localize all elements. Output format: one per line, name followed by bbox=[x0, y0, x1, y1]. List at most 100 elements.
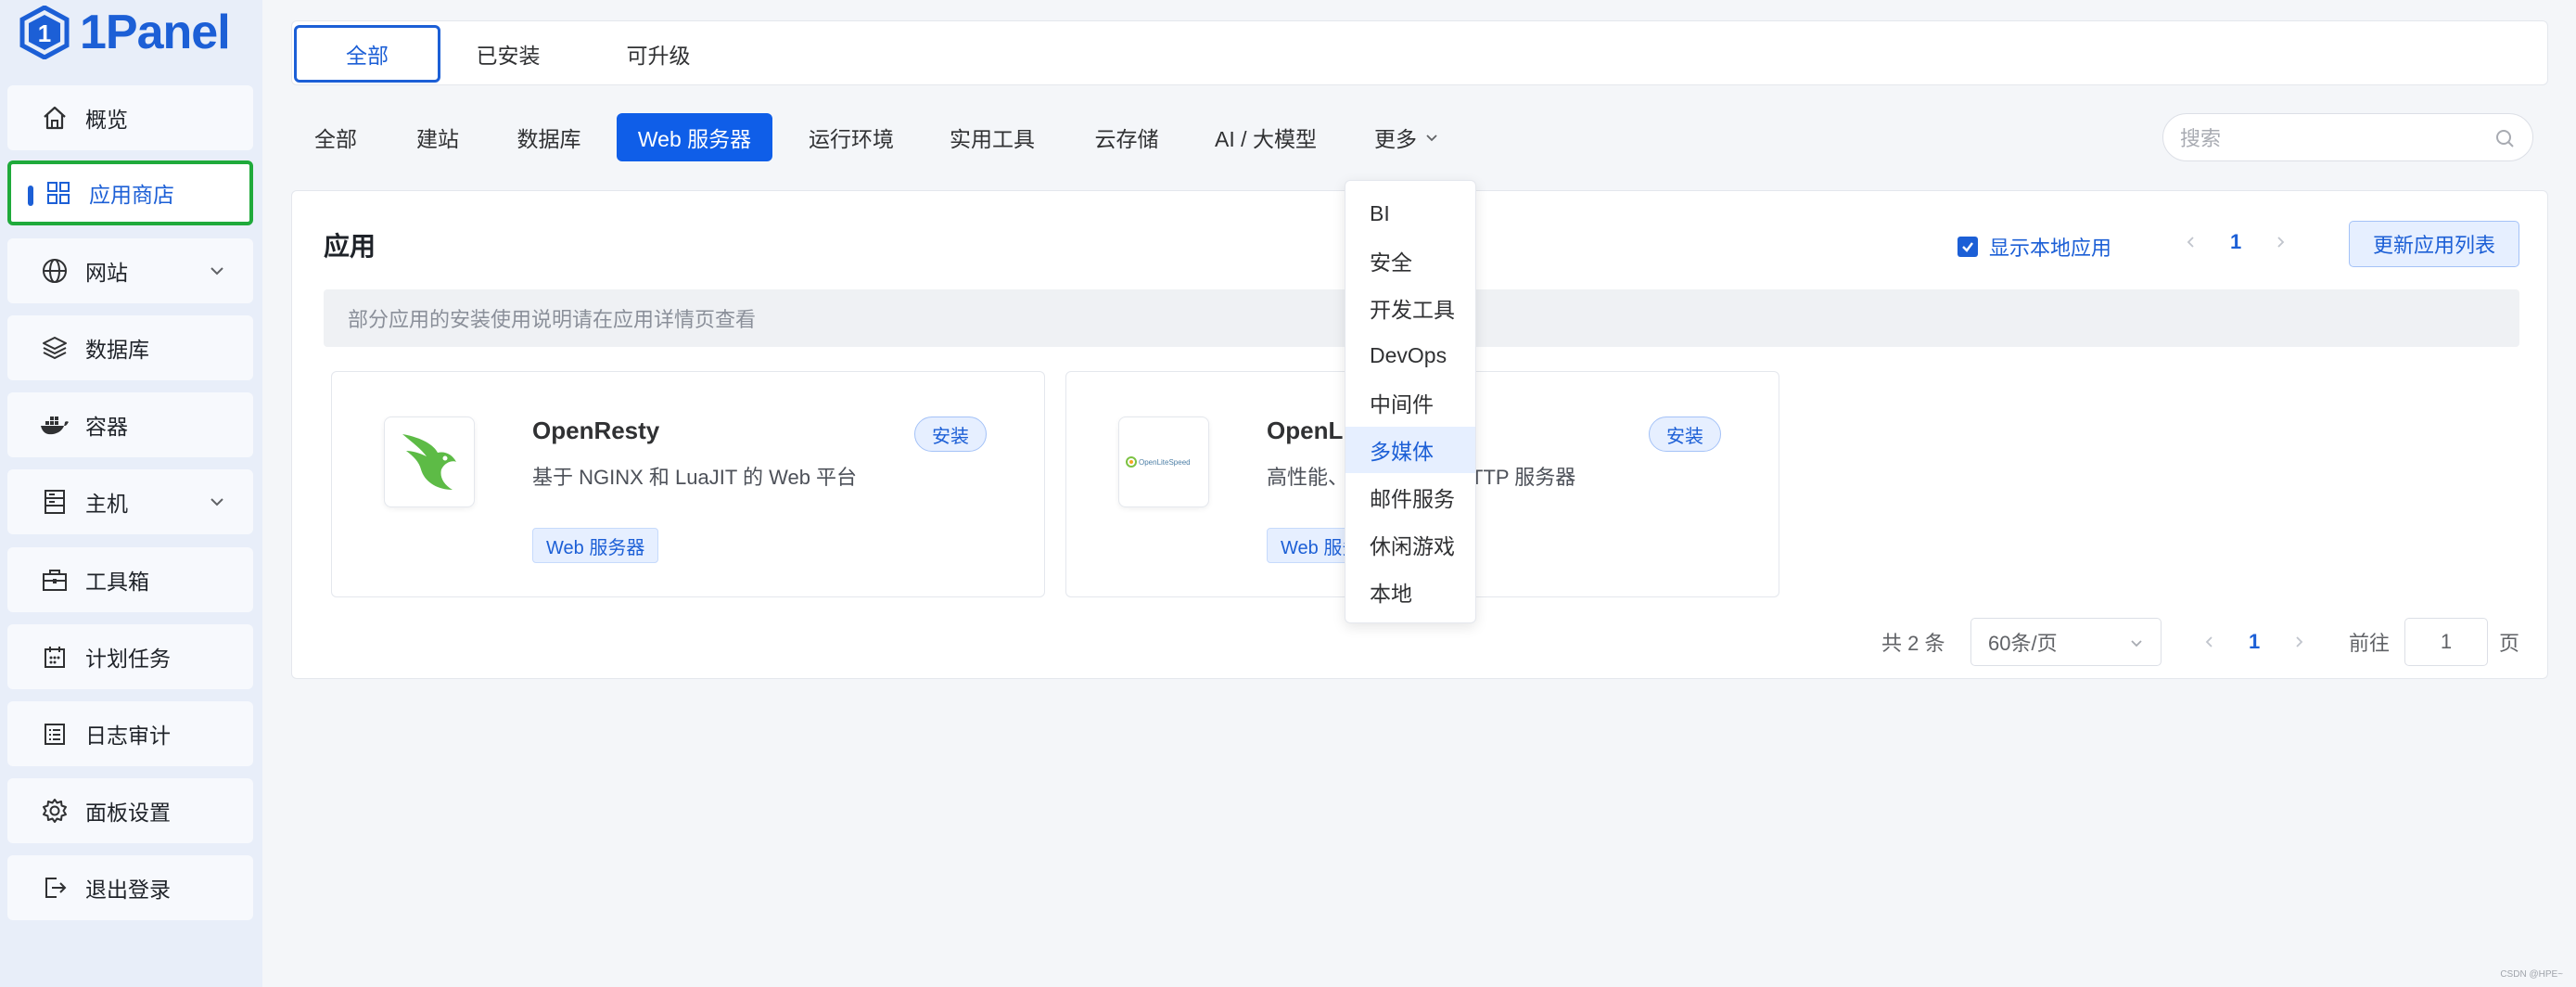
goto-label: 前往 bbox=[2349, 632, 2391, 655]
category-web-server[interactable]: Web 服务器 bbox=[617, 113, 772, 161]
sidebar-item-label: 面板设置 bbox=[85, 801, 171, 825]
sidebar-item-label: 网站 bbox=[85, 261, 128, 285]
top-page-number[interactable]: 1 bbox=[2230, 230, 2241, 254]
app-description: 基于 NGINX 和 LuaJIT 的 Web 平台 bbox=[532, 466, 858, 489]
dropdown-item-dev-tools[interactable]: 开发工具 bbox=[1345, 285, 1475, 331]
dropdown-item-devops[interactable]: DevOps bbox=[1345, 332, 1475, 378]
sidebar-item-cron[interactable]: 计划任务 bbox=[7, 624, 253, 689]
svg-text:1: 1 bbox=[38, 19, 51, 47]
chevron-down-icon bbox=[210, 267, 223, 276]
top-tabs-bar: 全部 已安装 可升级 bbox=[291, 20, 2548, 85]
page-size-select[interactable]: 60条/页 bbox=[1970, 618, 2162, 666]
chevron-right-icon[interactable] bbox=[2291, 634, 2306, 649]
install-button[interactable]: 安装 bbox=[914, 417, 987, 452]
install-button[interactable]: 安装 bbox=[1649, 417, 1721, 452]
globe-icon bbox=[39, 255, 70, 287]
sidebar-item-label: 主机 bbox=[85, 492, 128, 516]
dropdown-item-security[interactable]: 安全 bbox=[1345, 237, 1475, 284]
page-suffix: 页 bbox=[2499, 632, 2520, 655]
chevron-down-icon bbox=[210, 498, 223, 506]
sidebar-item-label: 计划任务 bbox=[85, 647, 171, 671]
sidebar-item-log-audit[interactable]: 日志审计 bbox=[7, 701, 253, 766]
sidebar-item-logout[interactable]: 退出登录 bbox=[7, 855, 253, 920]
dropdown-item-local[interactable]: 本地 bbox=[1345, 569, 1475, 615]
app-card-openresty[interactable]: OpenResty 基于 NGINX 和 LuaJIT 的 Web 平台 安装 … bbox=[331, 371, 1045, 597]
openlitespeed-logo: OpenLiteSpeed bbox=[1118, 417, 1209, 507]
dropdown-item-multimedia[interactable]: 多媒体 bbox=[1345, 427, 1475, 473]
current-page-number[interactable]: 1 bbox=[2249, 630, 2260, 654]
show-local-apps-checkbox[interactable]: 显示本地应用 bbox=[1958, 232, 2111, 262]
goto-page-input[interactable]: 1 bbox=[2404, 618, 2488, 666]
docker-icon bbox=[39, 409, 70, 441]
gear-icon bbox=[39, 795, 70, 827]
category-ai[interactable]: AI / 大模型 bbox=[1205, 113, 1326, 161]
logo-icon: 1 bbox=[19, 6, 70, 59]
dropdown-item-email[interactable]: 邮件服务 bbox=[1345, 474, 1475, 520]
chevron-down-icon bbox=[1426, 135, 1437, 142]
category-more-label: 更多 bbox=[1374, 127, 1417, 151]
refresh-app-list-button[interactable]: 更新应用列表 bbox=[2349, 221, 2519, 267]
more-categories-dropdown: BI 安全 开发工具 DevOps 中间件 多媒体 邮件服务 休闲游戏 本地 bbox=[1345, 180, 1476, 623]
layers-icon bbox=[39, 332, 70, 364]
chevron-down-icon bbox=[2131, 640, 2142, 647]
sidebar-item-label: 数据库 bbox=[85, 338, 149, 362]
openlitespeed-logo-text: OpenLiteSpeed bbox=[1139, 458, 1191, 467]
sidebar-item-overview[interactable]: 概览 bbox=[7, 85, 253, 150]
logo[interactable]: 1 1Panel bbox=[19, 4, 231, 61]
show-local-apps-label: 显示本地应用 bbox=[1989, 237, 2112, 260]
page-size-value: 60条/页 bbox=[1988, 632, 2058, 655]
dropdown-item-bi[interactable]: BI bbox=[1345, 190, 1475, 237]
server-icon bbox=[39, 486, 70, 518]
category-database[interactable]: 数据库 bbox=[508, 113, 590, 161]
sidebar-item-toolbox[interactable]: 工具箱 bbox=[7, 547, 253, 612]
sidebar-item-database[interactable]: 数据库 bbox=[7, 315, 253, 380]
calendar-icon bbox=[39, 641, 70, 673]
search-placeholder: 搜索 bbox=[2180, 127, 2222, 150]
home-icon bbox=[39, 102, 70, 134]
log-icon bbox=[39, 718, 70, 750]
chevron-left-icon[interactable] bbox=[2202, 634, 2217, 649]
category-runtime[interactable]: 运行环境 bbox=[799, 113, 903, 161]
sidebar-item-label: 退出登录 bbox=[85, 878, 171, 902]
tab-all[interactable]: 全部 bbox=[294, 25, 440, 83]
sidebar-item-label: 容器 bbox=[85, 415, 128, 439]
category-cloud-storage[interactable]: 云存储 bbox=[1085, 113, 1168, 161]
app-name: OpenResty bbox=[532, 417, 660, 444]
sidebar-item-app-store[interactable]: 应用商店 bbox=[7, 160, 253, 225]
dropdown-item-middleware[interactable]: 中间件 bbox=[1345, 379, 1475, 426]
chevron-left-icon[interactable] bbox=[2184, 235, 2199, 250]
grid-icon bbox=[43, 177, 74, 209]
active-indicator bbox=[28, 186, 33, 206]
sidebar-item-host[interactable]: 主机 bbox=[7, 469, 253, 534]
checkbox-checked-icon bbox=[1958, 237, 1978, 257]
top-pagination: 1 bbox=[2184, 230, 2288, 254]
bottom-pagination: 1 bbox=[2202, 618, 2306, 666]
search-icon[interactable] bbox=[2493, 127, 2516, 149]
brand-name: 1Panel bbox=[80, 6, 231, 59]
sidebar-item-label: 日志审计 bbox=[85, 724, 171, 748]
watermark: CSDN @HPE~ bbox=[2500, 969, 2563, 980]
dropdown-item-games[interactable]: 休闲游戏 bbox=[1345, 521, 1475, 568]
sidebar-item-website[interactable]: 网站 bbox=[7, 238, 253, 303]
sidebar-item-label: 应用商店 bbox=[89, 183, 174, 207]
total-count: 共 2 条 bbox=[1881, 632, 1945, 655]
chevron-right-icon[interactable] bbox=[2273, 235, 2288, 250]
toolbox-icon bbox=[39, 564, 70, 596]
category-tools[interactable]: 实用工具 bbox=[940, 113, 1044, 161]
sidebar-item-panel-settings[interactable]: 面板设置 bbox=[7, 778, 253, 843]
sidebar-item-label: 概览 bbox=[85, 108, 128, 132]
category-all[interactable]: 全部 bbox=[302, 113, 369, 161]
app-name: OpenLi bbox=[1267, 417, 1350, 444]
sidebar-item-container[interactable]: 容器 bbox=[7, 392, 253, 457]
tab-installed[interactable]: 已安装 bbox=[448, 25, 568, 83]
search-input[interactable]: 搜索 bbox=[2162, 113, 2533, 161]
app-tag: Web 服务器 bbox=[532, 528, 659, 563]
sidebar-item-label: 工具箱 bbox=[85, 570, 149, 594]
sidebar: 1 1Panel 概览 应用商店 网站 数据库 容器 主机 工具箱 计划任务 日… bbox=[0, 0, 262, 987]
section-title: 应用 bbox=[324, 232, 376, 261]
category-website[interactable]: 建站 bbox=[404, 113, 471, 161]
tab-upgradable[interactable]: 可升级 bbox=[598, 25, 719, 83]
app-description-head: 高性能、 bbox=[1267, 466, 1349, 489]
category-more[interactable]: 更多 bbox=[1365, 113, 1448, 161]
logout-icon bbox=[39, 872, 70, 904]
